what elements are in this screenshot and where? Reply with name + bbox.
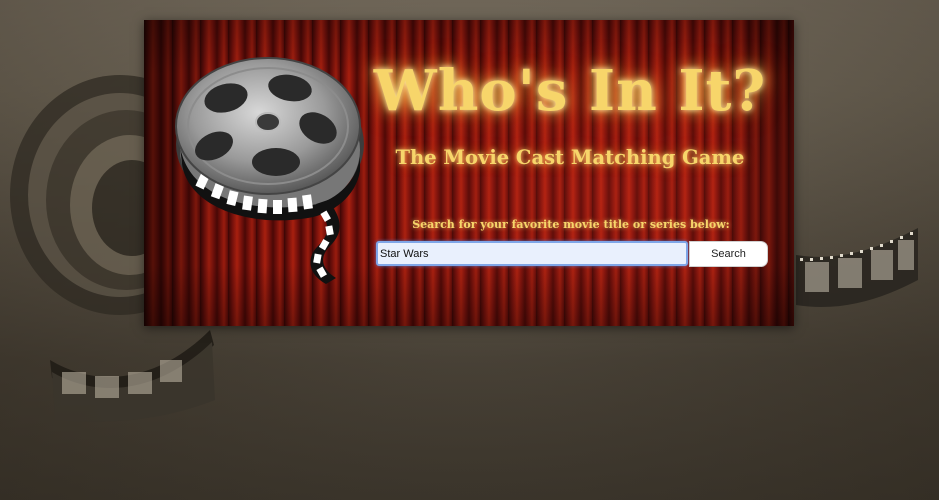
search-input[interactable] [376, 241, 688, 266]
page-subtitle: The Movie Cast Matching Game [395, 146, 745, 169]
search-prompt: Search for your favorite movie title or … [412, 218, 730, 231]
film-reel-icon [175, 57, 364, 284]
header-banner: Who's In It? The Movie Cast Matching Gam… [144, 20, 794, 326]
page-title: Who's In It? [373, 58, 767, 124]
search-button[interactable]: Search [689, 241, 768, 267]
